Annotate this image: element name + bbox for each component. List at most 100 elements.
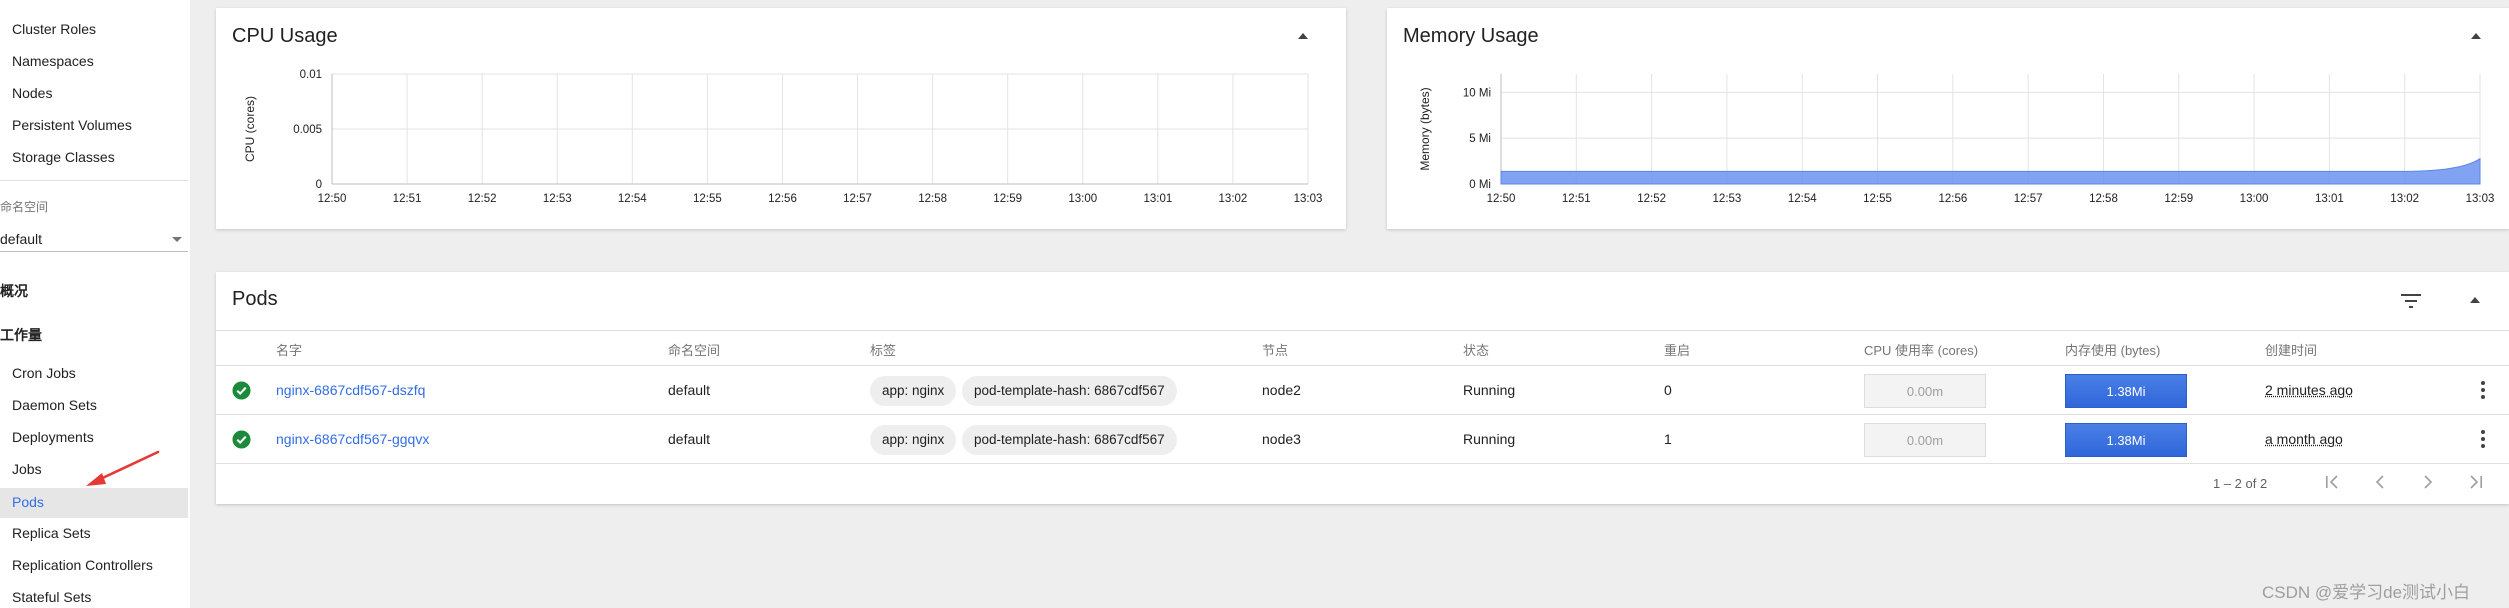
x-tick-label: 13:02 (1219, 193, 1248, 205)
x-tick-label: 13:01 (2315, 193, 2344, 205)
sidebar-item-pods[interactable]: Pods (12, 489, 44, 515)
more-vert-icon[interactable] (2476, 428, 2490, 450)
x-tick-label: 12:54 (618, 193, 647, 205)
sidebar-item-daemon-sets[interactable]: Daemon Sets (12, 392, 97, 418)
sidebar-item-replication-controllers[interactable]: Replication Controllers (12, 552, 153, 578)
y-tick-label: 0.005 (293, 124, 322, 136)
memory-usage-chart: 12:50 12:51 12:52 12:53 12:54 12:55 12:56 12:57… (1387, 8, 2509, 229)
column-header-namespace[interactable]: 命名空间 (668, 340, 720, 359)
x-tick-label: 12:53 (543, 193, 572, 205)
sidebar-item-cluster-roles[interactable]: Cluster Roles (12, 16, 96, 42)
x-tick-label: 12:59 (2164, 193, 2193, 205)
x-tick-label: 13:03 (1294, 193, 1323, 205)
label-chip: pod-template-hash: 6867cdf567 (962, 425, 1177, 455)
check-circle-icon (232, 430, 251, 449)
memory-usage-card: Memory Usage 12:50 12:51 12:52 12:53 12:54 12… (1387, 8, 2509, 229)
sidebar-divider (0, 180, 188, 181)
x-tick-label: 12:50 (318, 193, 347, 205)
x-tick-label: 13:01 (1143, 193, 1172, 205)
x-tick-label: 12:59 (993, 193, 1022, 205)
x-tick-label: 12:50 (1487, 193, 1516, 205)
x-tick-label: 12:58 (918, 193, 947, 205)
x-tick-label: 13:03 (2466, 193, 2495, 205)
memory-sparkline: 1.38Mi (2065, 423, 2187, 457)
table-row[interactable]: nginx-6867cdf567-ggqvx default app: ngin… (216, 415, 2509, 464)
sidebar-item-storage-classes[interactable]: Storage Classes (12, 144, 115, 170)
collapse-chevron-up-icon[interactable] (2466, 292, 2484, 310)
label-chip: app: nginx (870, 425, 956, 455)
sidebar-section-workloads[interactable]: 工作量 (0, 325, 42, 345)
column-header-memory[interactable]: 内存使用 (bytes) (2065, 340, 2160, 359)
y-tick-label: 0.01 (300, 69, 322, 81)
pod-node: node2 (1262, 382, 1301, 398)
sidebar-item-jobs[interactable]: Jobs (12, 456, 42, 482)
namespace-label: 命名空间 (0, 198, 48, 215)
pod-status: Running (1463, 431, 1515, 447)
pod-status: Running (1463, 382, 1515, 398)
x-tick-label: 12:52 (468, 193, 497, 205)
more-vert-icon[interactable] (2476, 379, 2490, 401)
column-header-restarts[interactable]: 重启 (1664, 340, 1690, 359)
sidebar-item-namespaces[interactable]: Namespaces (12, 48, 94, 74)
namespace-select[interactable]: default (0, 226, 188, 252)
pods-title: Pods (232, 286, 278, 312)
pod-restarts: 1 (1664, 431, 1672, 447)
y-axis-label: CPU (cores) (243, 96, 257, 162)
paginator: 1 – 2 of 2 (216, 464, 2509, 502)
sidebar-item-cron-jobs[interactable]: Cron Jobs (12, 360, 76, 386)
next-page-icon[interactable] (2416, 470, 2440, 494)
watermark: CSDN @爱学习de测试小白 (2262, 578, 2470, 603)
x-tick-label: 12:56 (768, 193, 797, 205)
namespace-select-value: default (0, 231, 42, 247)
y-tick-label: 5 Mi (1469, 133, 1491, 145)
pods-table-header: 名字 命名空间 标签 节点 状态 重启 CPU 使用率 (cores) 内存使用… (216, 330, 2509, 366)
cpu-usage-card: CPU Usage 12:50 12:51 12:52 12:53 12:54 12:55… (216, 8, 1346, 229)
paginator-range-label: 1 – 2 of 2 (2213, 476, 2267, 491)
pod-name-link[interactable]: nginx-6867cdf567-dszfq (276, 382, 425, 398)
x-tick-label: 12:57 (843, 193, 872, 205)
column-header-cpu[interactable]: CPU 使用率 (cores) (1864, 340, 1978, 359)
sidebar-item-persistent-volumes[interactable]: Persistent Volumes (12, 112, 132, 138)
series-area (1501, 159, 2480, 184)
previous-page-icon[interactable] (2368, 470, 2392, 494)
x-tick-label: 13:00 (1068, 193, 1097, 205)
pod-namespace: default (668, 382, 710, 398)
cpu-usage-chart: 12:50 12:51 12:52 12:53 12:54 12:55 12:56 12:57… (216, 8, 1346, 229)
y-tick-label: 10 Mi (1463, 87, 1491, 99)
pods-card: Pods 名字 命名空间 标签 节点 状态 重启 CPU 使用率 (cores)… (216, 272, 2509, 504)
x-tick-label: 12:58 (2089, 193, 2118, 205)
pod-created-age[interactable]: 2 minutes ago (2265, 382, 2353, 398)
x-tick-label: 13:02 (2390, 193, 2419, 205)
column-header-labels: 标签 (870, 340, 896, 359)
last-page-icon[interactable] (2464, 470, 2488, 494)
sidebar-item-overview[interactable]: 概况 (0, 281, 28, 301)
pod-created-age[interactable]: a month ago (2265, 431, 2343, 447)
column-header-node[interactable]: 节点 (1262, 340, 1288, 359)
pod-namespace: default (668, 431, 710, 447)
column-header-status[interactable]: 状态 (1463, 340, 1489, 359)
x-tick-label: 12:55 (1863, 193, 1892, 205)
x-tick-label: 12:56 (1938, 193, 1967, 205)
x-tick-label: 12:55 (693, 193, 722, 205)
chevron-down-icon (172, 237, 182, 242)
filter-icon[interactable] (2400, 292, 2422, 310)
cpu-sparkline: 0.00m (1864, 374, 1986, 408)
memory-sparkline: 1.38Mi (2065, 374, 2187, 408)
column-header-name[interactable]: 名字 (276, 340, 302, 359)
check-circle-icon (232, 381, 251, 400)
pod-name-link[interactable]: nginx-6867cdf567-ggqvx (276, 431, 429, 447)
sidebar-item-deployments[interactable]: Deployments (12, 424, 94, 450)
cpu-sparkline: 0.00m (1864, 423, 1986, 457)
sidebar-item-nodes[interactable]: Nodes (12, 80, 52, 106)
first-page-icon[interactable] (2320, 470, 2344, 494)
x-tick-label: 13:00 (2240, 193, 2269, 205)
column-header-created[interactable]: 创建时间 (2265, 340, 2317, 359)
sidebar-item-replica-sets[interactable]: Replica Sets (12, 520, 91, 546)
annotation-arrow-icon (80, 448, 162, 490)
x-tick-label: 12:51 (393, 193, 422, 205)
x-tick-label: 12:52 (1637, 193, 1666, 205)
x-tick-label: 12:54 (1788, 193, 1817, 205)
table-row[interactable]: nginx-6867cdf567-dszfq default app: ngin… (216, 366, 2509, 415)
sidebar-item-stateful-sets[interactable]: Stateful Sets (12, 584, 91, 608)
label-chip: pod-template-hash: 6867cdf567 (962, 376, 1177, 406)
